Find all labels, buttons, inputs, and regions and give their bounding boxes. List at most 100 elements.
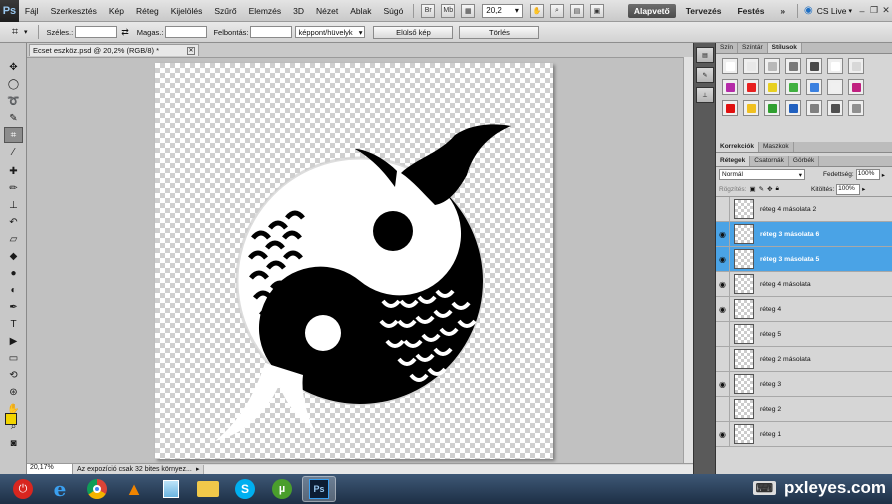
eye-icon[interactable]: ◉ (716, 271, 730, 297)
style-swatch[interactable] (785, 58, 801, 74)
path-select-tool-icon[interactable]: ▶ (4, 333, 23, 349)
healing-brush-tool-icon[interactable]: ✚ (4, 163, 23, 179)
eye-hidden-icon[interactable] (716, 196, 730, 222)
style-swatch[interactable] (827, 100, 843, 116)
eye-hidden-icon[interactable] (716, 396, 730, 422)
history-panel-icon[interactable]: ▤ (696, 47, 714, 63)
style-swatch[interactable] (827, 79, 843, 95)
workspace-design[interactable]: Tervezés (680, 4, 728, 18)
restore-icon[interactable]: ❐ (868, 4, 880, 18)
style-swatch[interactable] (722, 58, 738, 74)
tab-styles[interactable]: Stílusok (767, 43, 802, 53)
style-swatch[interactable] (848, 58, 864, 74)
lasso-tool-icon[interactable]: ➰ (4, 93, 23, 109)
3d-rotate-tool-icon[interactable]: ⟲ (4, 367, 23, 383)
tab-channels[interactable]: Csatornák (750, 156, 789, 166)
style-swatch[interactable] (806, 79, 822, 95)
opacity-input[interactable]: 100% (855, 169, 880, 180)
lock-transparency-icon[interactable]: ▣ (749, 185, 755, 193)
status-info[interactable]: Az expozíció csak 32 bites környez... (73, 466, 193, 473)
document-tab[interactable]: Ecset eszköz.psd @ 20,2% (RGB/8) * ✕ (29, 44, 199, 56)
workspace-more-button[interactable]: » (774, 4, 791, 18)
menu-edit[interactable]: Szerkesztés (45, 6, 103, 16)
marquee-tool-icon[interactable]: ◯ (4, 76, 23, 92)
tab-swatches[interactable]: Színtár (738, 43, 768, 53)
menu-view[interactable]: Nézet (310, 6, 344, 16)
mini-bridge-icon[interactable]: Mb (441, 3, 456, 18)
style-swatch[interactable] (743, 79, 759, 95)
brush-tool-icon[interactable]: ✏ (4, 180, 23, 196)
layer-row[interactable]: ◉ réteg 4 (716, 296, 892, 322)
zoom-icon[interactable]: ⌕ (549, 3, 564, 18)
history-brush-tool-icon[interactable]: ↶ (4, 214, 23, 230)
close-icon[interactable]: ✕ (880, 4, 892, 18)
utorrent-icon[interactable]: µ (265, 476, 299, 502)
cs-live-menu[interactable]: CS Live (815, 6, 849, 16)
swap-icon[interactable]: ⇄ (121, 27, 129, 38)
eyedropper-tool-icon[interactable]: ⁄ (4, 144, 23, 160)
status-arrow-icon[interactable]: ▸ (196, 465, 200, 473)
menu-filter[interactable]: Szűrő (208, 6, 242, 16)
height-input[interactable] (165, 26, 208, 38)
layer-row[interactable]: ◉ réteg 1 (716, 421, 892, 447)
width-input[interactable] (75, 26, 118, 38)
layer-row[interactable]: réteg 2 másolata (716, 346, 892, 372)
power-icon[interactable]: ⏻ (6, 476, 40, 502)
3d-orbit-tool-icon[interactable]: ⊛ (4, 384, 23, 400)
workspace-painting[interactable]: Festés (731, 4, 770, 18)
front-image-button[interactable]: Elülső kép (373, 25, 454, 39)
quick-mask-icon[interactable]: ◙ (4, 435, 23, 451)
menu-analysis[interactable]: Elemzés (243, 6, 288, 16)
blur-tool-icon[interactable]: ● (4, 265, 23, 281)
tab-masks[interactable]: Maszkok (759, 142, 794, 152)
menu-select[interactable]: Kijelölés (165, 6, 209, 16)
clone-stamp-tool-icon[interactable]: ⊥ (4, 197, 23, 213)
clone-source-panel-icon[interactable]: ⊥ (696, 87, 714, 103)
style-swatch[interactable] (827, 58, 843, 74)
lock-move-icon[interactable]: ✥ (767, 185, 772, 193)
style-swatch[interactable] (764, 100, 780, 116)
eye-icon[interactable]: ◉ (716, 371, 730, 397)
resolution-unit-select[interactable]: képpont/hüvelyk ▾ (295, 26, 366, 38)
close-icon[interactable]: ✕ (187, 46, 195, 55)
vlc-icon[interactable]: ▲ (117, 476, 151, 502)
skype-icon[interactable]: S (228, 476, 262, 502)
dodge-tool-icon[interactable]: ◐ (4, 282, 23, 298)
eye-icon[interactable]: ◉ (716, 246, 730, 272)
eye-hidden-icon[interactable] (716, 346, 730, 372)
vertical-scrollbar[interactable] (683, 57, 693, 463)
style-swatch[interactable] (722, 79, 738, 95)
style-swatch[interactable] (806, 100, 822, 116)
style-swatch[interactable] (785, 100, 801, 116)
style-swatch[interactable] (743, 58, 759, 74)
crop-tool-icon[interactable]: ⌗ (4, 127, 23, 143)
style-swatch[interactable] (806, 58, 822, 74)
paint-bucket-tool-icon[interactable]: ◆ (4, 248, 23, 264)
layer-row[interactable]: ◉ réteg 3 másolata 5 (716, 246, 892, 272)
canvas-viewport[interactable] (27, 57, 683, 463)
arrange-icon[interactable]: ▤ (569, 3, 584, 18)
style-swatch[interactable] (743, 100, 759, 116)
tab-color[interactable]: Szín (716, 43, 739, 53)
fill-input[interactable]: 100% (836, 183, 861, 195)
pen-tool-icon[interactable]: ✒ (4, 299, 23, 315)
folder-icon[interactable] (191, 476, 225, 502)
document-canvas[interactable] (155, 63, 553, 459)
status-zoom[interactable]: 20,17% (27, 464, 73, 474)
lock-all-icon[interactable]: 🔒︎ (776, 185, 779, 193)
type-tool-icon[interactable]: T (4, 316, 23, 332)
eraser-tool-icon[interactable]: ▱ (4, 231, 23, 247)
screen-mode-icon[interactable]: ▣ (589, 3, 604, 18)
bridge-icon[interactable]: Br (421, 3, 436, 18)
tab-layers[interactable]: Rétegek (716, 156, 751, 166)
crop-tool-icon[interactable]: ⌗ (6, 24, 24, 40)
foreground-color-swatch[interactable] (5, 413, 17, 425)
eye-hidden-icon[interactable] (716, 321, 730, 347)
layer-row[interactable]: réteg 5 (716, 321, 892, 347)
menu-3d[interactable]: 3D (287, 6, 310, 16)
style-swatch[interactable] (764, 79, 780, 95)
layer-row[interactable]: ◉ réteg 3 (716, 371, 892, 397)
workspace-essentials[interactable]: Alapvető (627, 3, 676, 18)
menu-help[interactable]: Súgó (378, 6, 410, 16)
blend-mode-select[interactable]: Normál ▾ (719, 169, 805, 180)
